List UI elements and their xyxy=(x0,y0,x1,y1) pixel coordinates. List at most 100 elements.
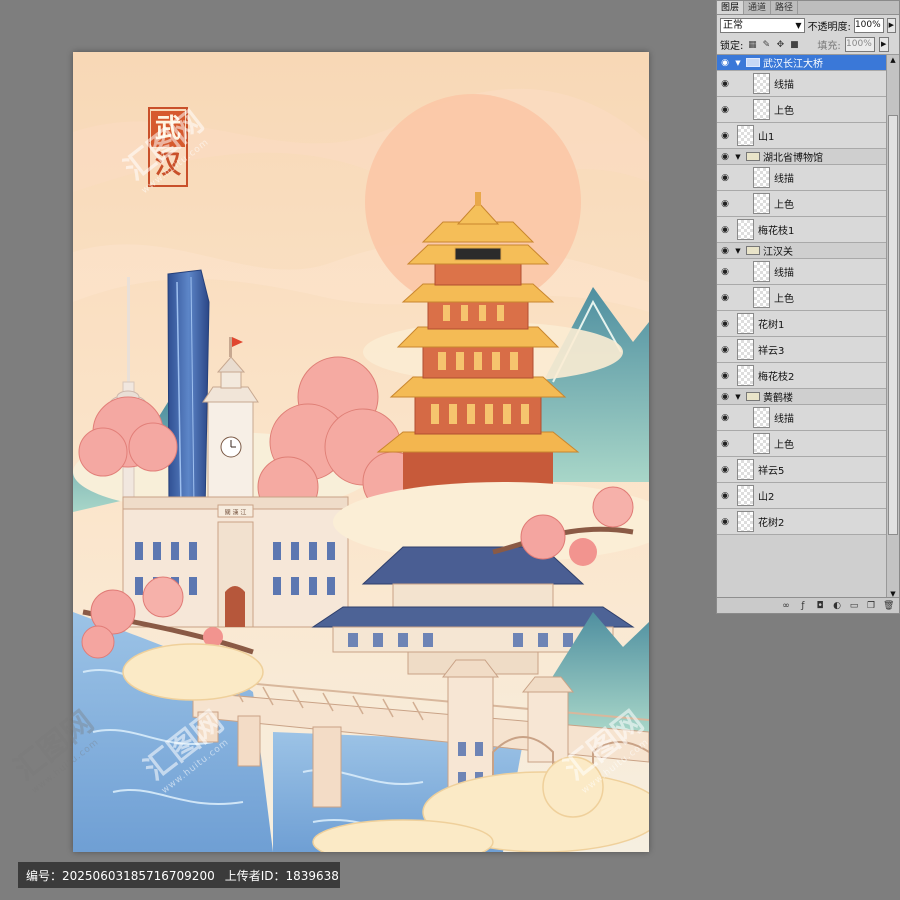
layer-group-row[interactable]: ◉ ▼ 武汉长江大桥 xyxy=(717,55,886,71)
scroll-up-icon[interactable]: ▲ xyxy=(887,55,899,65)
eye-icon[interactable]: ◉ xyxy=(717,517,733,527)
layer-list: ◉ ▼ 武汉长江大桥 ◉ 线描 ◉ 上色 ◉ 山1 ◉ ▼ 湖北省博物馆 ◉ 线… xyxy=(717,55,886,599)
eye-icon[interactable]: ◉ xyxy=(717,58,733,68)
eye-icon[interactable]: ◉ xyxy=(717,439,733,449)
layer-row[interactable]: ◉ 线描 xyxy=(717,259,886,285)
customs-sign-text: 關 漢 江 xyxy=(225,509,247,517)
layer-thumbnail xyxy=(737,339,754,360)
layer-thumbnail xyxy=(753,407,770,428)
layer-thumbnail xyxy=(737,459,754,480)
caret-down-icon[interactable]: ▼ xyxy=(733,393,743,401)
image-info-bar: 编号：20250603185716709200 上传者ID：1839638 xyxy=(18,862,340,888)
fill-slider-button[interactable]: ▶ xyxy=(878,37,889,52)
layer-name: 祥云5 xyxy=(758,466,785,477)
title-char-wu: 武 xyxy=(151,111,185,147)
scroll-thumb[interactable] xyxy=(888,115,898,535)
eye-icon[interactable]: ◉ xyxy=(717,465,733,475)
eye-icon[interactable]: ◉ xyxy=(717,413,733,423)
add-mask-icon[interactable]: ◘ xyxy=(815,601,825,611)
layer-name: 上色 xyxy=(774,106,794,117)
layer-name: 湖北省博物馆 xyxy=(763,153,823,164)
delete-layer-icon[interactable]: 🗑 xyxy=(883,601,894,611)
layer-group-row[interactable]: ◉ ▼ 湖北省博物馆 xyxy=(717,149,886,165)
layer-row[interactable]: ◉ 线描 xyxy=(717,71,886,97)
lock-label: 锁定: xyxy=(720,41,744,52)
layer-name: 花树2 xyxy=(758,518,785,529)
eye-icon[interactable]: ◉ xyxy=(717,105,733,115)
opacity-input[interactable]: 100% xyxy=(853,17,884,33)
layer-group-row[interactable]: ◉ ▼ 江汉关 xyxy=(717,243,886,259)
caret-down-icon[interactable]: ▼ xyxy=(733,153,743,161)
chevron-down-icon: ▼ xyxy=(795,20,802,30)
eye-icon[interactable]: ◉ xyxy=(717,199,733,209)
new-group-icon[interactable]: ▭ xyxy=(849,601,859,611)
layer-style-icon[interactable]: ƒ xyxy=(798,601,808,611)
image-id: 编号：20250603185716709200 xyxy=(26,868,215,883)
layer-name: 山2 xyxy=(758,492,775,503)
layer-row[interactable]: ◉ 上色 xyxy=(717,431,886,457)
layer-name: 线描 xyxy=(774,80,794,91)
layer-row[interactable]: ◉ 花树1 xyxy=(717,311,886,337)
title-char-han: 汉 xyxy=(154,150,181,180)
layer-thumbnail xyxy=(753,433,770,454)
eye-icon[interactable]: ◉ xyxy=(717,173,733,183)
eye-icon[interactable]: ◉ xyxy=(717,371,733,381)
link-layers-icon[interactable]: ∞ xyxy=(781,601,791,611)
opacity-label: 不透明度: xyxy=(807,21,851,33)
fill-input[interactable]: 100% xyxy=(844,37,875,52)
layer-name: 上色 xyxy=(774,200,794,211)
layer-thumbnail xyxy=(753,287,770,308)
layer-thumbnail xyxy=(737,365,754,386)
eye-icon[interactable]: ◉ xyxy=(717,491,733,501)
tab-channels[interactable]: 通道 xyxy=(744,1,772,14)
blend-mode-select[interactable]: 正常 ▼ xyxy=(720,17,805,33)
eye-icon[interactable]: ◉ xyxy=(717,392,733,402)
layer-group-row[interactable]: ◉ ▼ 黄鹤楼 xyxy=(717,389,886,405)
new-layer-icon[interactable]: ❐ xyxy=(866,601,876,611)
layer-row[interactable]: ◉ 梅花枝1 xyxy=(717,217,886,243)
folder-icon xyxy=(746,152,760,161)
tab-paths[interactable]: 路径 xyxy=(771,1,799,14)
eye-icon[interactable]: ◉ xyxy=(717,293,733,303)
eye-icon[interactable]: ◉ xyxy=(717,79,733,89)
layer-thumbnail xyxy=(753,167,770,188)
folder-icon xyxy=(746,58,760,67)
eye-icon[interactable]: ◉ xyxy=(717,246,733,256)
layer-row[interactable]: ◉ 山1 xyxy=(717,123,886,149)
eye-icon[interactable]: ◉ xyxy=(717,345,733,355)
lock-position-icon[interactable]: ✥ xyxy=(775,40,785,50)
layer-row[interactable]: ◉ 山2 xyxy=(717,483,886,509)
layer-row[interactable]: ◉ 线描 xyxy=(717,405,886,431)
eye-icon[interactable]: ◉ xyxy=(717,319,733,329)
lock-all-icon[interactable]: ■ xyxy=(789,40,799,50)
uploader-id: 上传者ID：1839638 xyxy=(224,868,339,883)
layer-row[interactable]: ◉ 祥云5 xyxy=(717,457,886,483)
layer-row[interactable]: ◉ 梅花枝2 xyxy=(717,363,886,389)
layer-list-scrollbar[interactable]: ▲ ▼ xyxy=(886,55,899,599)
lock-paint-icon[interactable]: ✎ xyxy=(761,40,771,50)
layer-thumbnail xyxy=(737,219,754,240)
layer-thumbnail xyxy=(737,485,754,506)
lock-transparent-icon[interactable]: ▦ xyxy=(747,40,757,50)
adjustment-layer-icon[interactable]: ◐ xyxy=(832,601,842,611)
layer-row[interactable]: ◉ 上色 xyxy=(717,191,886,217)
layer-row[interactable]: ◉ 上色 xyxy=(717,97,886,123)
eye-icon[interactable]: ◉ xyxy=(717,225,733,235)
layer-thumbnail xyxy=(753,193,770,214)
canvas-artwork[interactable]: 關 漢 江 武 汉 xyxy=(73,52,649,852)
blend-row: 正常 ▼ 不透明度: 100% ▶ xyxy=(717,15,899,35)
eye-icon[interactable]: ◉ xyxy=(717,131,733,141)
layer-row[interactable]: ◉ 线描 xyxy=(717,165,886,191)
layer-thumbnail xyxy=(737,125,754,146)
tab-layers[interactable]: 图层 xyxy=(717,1,745,14)
layer-name: 山1 xyxy=(758,132,775,143)
caret-down-icon[interactable]: ▼ xyxy=(733,247,743,255)
layer-row[interactable]: ◉ 祥云3 xyxy=(717,337,886,363)
layer-row[interactable]: ◉ 花树2 xyxy=(717,509,886,535)
eye-icon[interactable]: ◉ xyxy=(717,152,733,162)
caret-down-icon[interactable]: ▼ xyxy=(733,59,743,67)
opacity-slider-button[interactable]: ▶ xyxy=(886,17,896,33)
fill-label: 填充: xyxy=(817,41,841,52)
layer-row[interactable]: ◉ 上色 xyxy=(717,285,886,311)
eye-icon[interactable]: ◉ xyxy=(717,267,733,277)
